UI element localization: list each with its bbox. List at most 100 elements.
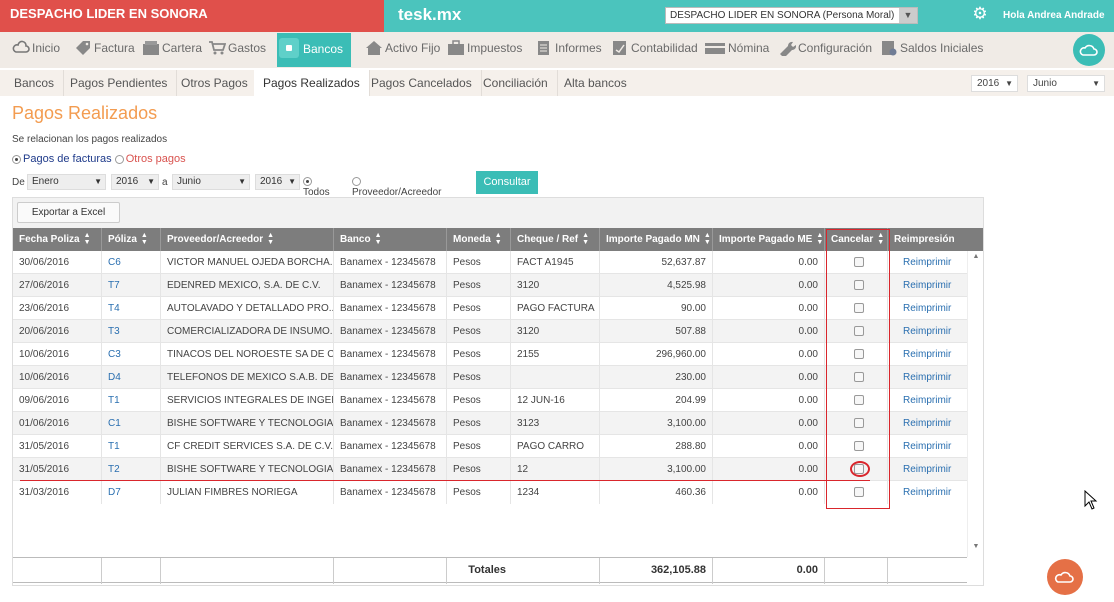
to-year-select[interactable]: 2016 ▼ (255, 174, 300, 190)
nav-item-gastos[interactable]: Gastos (208, 32, 266, 68)
consultar-button[interactable]: Consultar (476, 171, 538, 194)
radio-label-otros[interactable]: Otros pagos (126, 153, 186, 165)
col-fecha-poliza[interactable]: Fecha Poliza ▲ ▼ (13, 228, 102, 251)
sort-icon: ▲ ▼ (267, 232, 275, 247)
reprint-link[interactable]: Reimprimir (888, 412, 967, 435)
tab-alta-bancos[interactable]: Alta bancos (555, 70, 636, 96)
cell-poliza-link[interactable]: C1 (102, 412, 161, 435)
cell-moneda: Pesos (447, 412, 511, 435)
cell-cheque-ref: 12 JUN-16 (511, 389, 600, 412)
checkbox-circle-annotation (850, 461, 870, 477)
reprint-link[interactable]: Reimprimir (888, 366, 967, 389)
cell-poliza-link[interactable]: T3 (102, 320, 161, 343)
col-moneda[interactable]: Moneda ▲ ▼ (447, 228, 511, 251)
table-scrollbar[interactable]: ▲ ▼ (967, 251, 983, 557)
cell-importe-mn: 507.88 (600, 320, 713, 343)
nav-item-contabilidad[interactable]: Contabilidad (611, 32, 698, 68)
cell-proveedor: CF CREDIT SERVICES S.A. DE C.V. S... (161, 435, 334, 458)
col-importe-me[interactable]: Importe Pagado ME ▲ ▼ (713, 228, 825, 251)
col-reimpresion: Reimpresión (888, 228, 968, 251)
table-row: 20/06/2016 T3 COMERCIALIZADORA DE INSUMO… (13, 320, 967, 343)
cell-moneda: Pesos (447, 458, 511, 481)
nav-item-saldos-iniciales[interactable]: Saldos Iniciales (880, 32, 983, 68)
radio-otros-pagos[interactable] (114, 154, 124, 164)
tab-conciliacion[interactable]: Conciliación (474, 70, 558, 96)
nav-item-cartera[interactable]: Cartera (142, 32, 202, 68)
from-month-select[interactable]: Enero ▼ (27, 174, 106, 190)
company-select[interactable]: DESPACHO LIDER EN SONORA (Persona Moral)… (665, 7, 918, 24)
cell-moneda: Pesos (447, 297, 511, 320)
nav-item-activo-fijo[interactable]: Activo Fijo (365, 32, 440, 68)
cloud-sync-button[interactable] (1073, 34, 1105, 66)
nav-item-bancos[interactable]: Bancos (277, 33, 352, 67)
filter-todos[interactable]: Todos (303, 176, 330, 198)
cell-poliza-link[interactable]: T2 (102, 458, 161, 481)
radio-label-facturas[interactable]: Pagos de facturas (23, 153, 112, 165)
export-excel-button[interactable]: Exportar a Excel (17, 202, 120, 223)
cell-poliza-link[interactable]: D4 (102, 366, 161, 389)
tab-bancos[interactable]: Bancos (5, 70, 65, 96)
month-select[interactable]: Junio ▼ (1027, 75, 1105, 92)
radio-pagos-facturas[interactable] (12, 154, 21, 164)
reprint-link[interactable]: Reimprimir (888, 297, 967, 320)
reprint-link[interactable]: Reimprimir (888, 343, 967, 366)
nav-label: Gastos (228, 41, 267, 55)
col-proveedor[interactable]: Proveedor/Acreedor ▲ ▼ (161, 228, 334, 251)
sort-icon: ▲ ▼ (374, 232, 382, 247)
nav-item-nomina[interactable]: Nómina (704, 32, 769, 68)
tab-pagos-cancelados[interactable]: Pagos Cancelados (362, 70, 482, 96)
cell-poliza-link[interactable]: C3 (102, 343, 161, 366)
cell-poliza-link[interactable]: T1 (102, 389, 161, 412)
tab-otros-pagos[interactable]: Otros Pagos (172, 70, 258, 96)
cell-fecha: 31/05/2016 (13, 458, 102, 481)
reprint-link[interactable]: Reimprimir (888, 481, 967, 504)
from-year-select[interactable]: 2016 ▼ (111, 174, 159, 190)
col-label: Importe Pagado MN (606, 234, 700, 245)
cell-importe-me: 0.00 (713, 274, 825, 297)
reprint-link[interactable]: Reimprimir (888, 320, 967, 343)
table-row: 31/05/2016 T1 CF CREDIT SERVICES S.A. DE… (13, 435, 967, 458)
to-month-select[interactable]: Junio ▼ (172, 174, 250, 190)
nav-item-impuestos[interactable]: Impuestos (447, 32, 522, 68)
gear-icon[interactable]: ⚙ (971, 5, 989, 23)
cell-poliza-link[interactable]: C6 (102, 251, 161, 274)
filter-proveedor[interactable]: Proveedor/Acreedor (352, 176, 442, 198)
scroll-up-icon[interactable]: ▲ (968, 253, 984, 263)
reprint-link[interactable]: Reimprimir (888, 435, 967, 458)
cell-proveedor: COMERCIALIZADORA DE INSUMO... (161, 320, 334, 343)
radio-todos[interactable] (303, 176, 312, 186)
cell-banco: Banamex - 12345678 (334, 481, 447, 504)
cell-proveedor: BISHE SOFTWARE Y TECNOLOGIA... (161, 458, 334, 481)
tab-pagos-pendientes[interactable]: Pagos Pendientes (61, 70, 178, 96)
year-select[interactable]: 2016 ▼ (971, 75, 1018, 92)
cell-poliza-link[interactable]: T1 (102, 435, 161, 458)
reprint-link[interactable]: Reimprimir (888, 389, 967, 412)
col-banco[interactable]: Banco ▲ ▼ (334, 228, 447, 251)
chevron-down-icon: ▼ (1005, 79, 1013, 88)
total-importe-mn: 362,105.88 (600, 558, 713, 584)
col-cheque-ref[interactable]: Cheque / Ref ▲ ▼ (511, 228, 600, 251)
reprint-link[interactable]: Reimprimir (888, 251, 967, 274)
reprint-link[interactable]: Reimprimir (888, 458, 967, 481)
cell-cheque-ref: 3120 (511, 274, 600, 297)
tab-pagos-realizados[interactable]: Pagos Realizados (254, 70, 370, 96)
cell-poliza-link[interactable]: T4 (102, 297, 161, 320)
col-poliza[interactable]: Póliza ▲ ▼ (102, 228, 161, 251)
cell-fecha: 31/03/2016 (13, 481, 102, 504)
cloud-chat-button[interactable] (1047, 559, 1083, 595)
reprint-link[interactable]: Reimprimir (888, 274, 967, 297)
scroll-down-icon[interactable]: ▼ (968, 543, 984, 553)
col-importe-mn[interactable]: Importe Pagado MN ▲ ▼ (600, 228, 713, 251)
cell-poliza-link[interactable]: D7 (102, 481, 161, 504)
nav-item-configuracion[interactable]: Configuración (778, 32, 872, 68)
radio-proveedor[interactable] (352, 176, 361, 186)
nav-item-informes[interactable]: Informes (535, 32, 602, 68)
cell-poliza-link[interactable]: T7 (102, 274, 161, 297)
page-title: Pagos Realizados (12, 103, 158, 123)
cell-cheque-ref: PAGO FACTURA (511, 297, 600, 320)
cell-fecha: 27/06/2016 (13, 274, 102, 297)
nav-item-inicio[interactable]: Inicio (12, 32, 60, 68)
mouse-cursor-icon (1084, 490, 1098, 510)
nav-item-factura[interactable]: Factura (74, 32, 135, 68)
user-greeting[interactable]: Hola Andrea Andrade (1003, 0, 1105, 32)
